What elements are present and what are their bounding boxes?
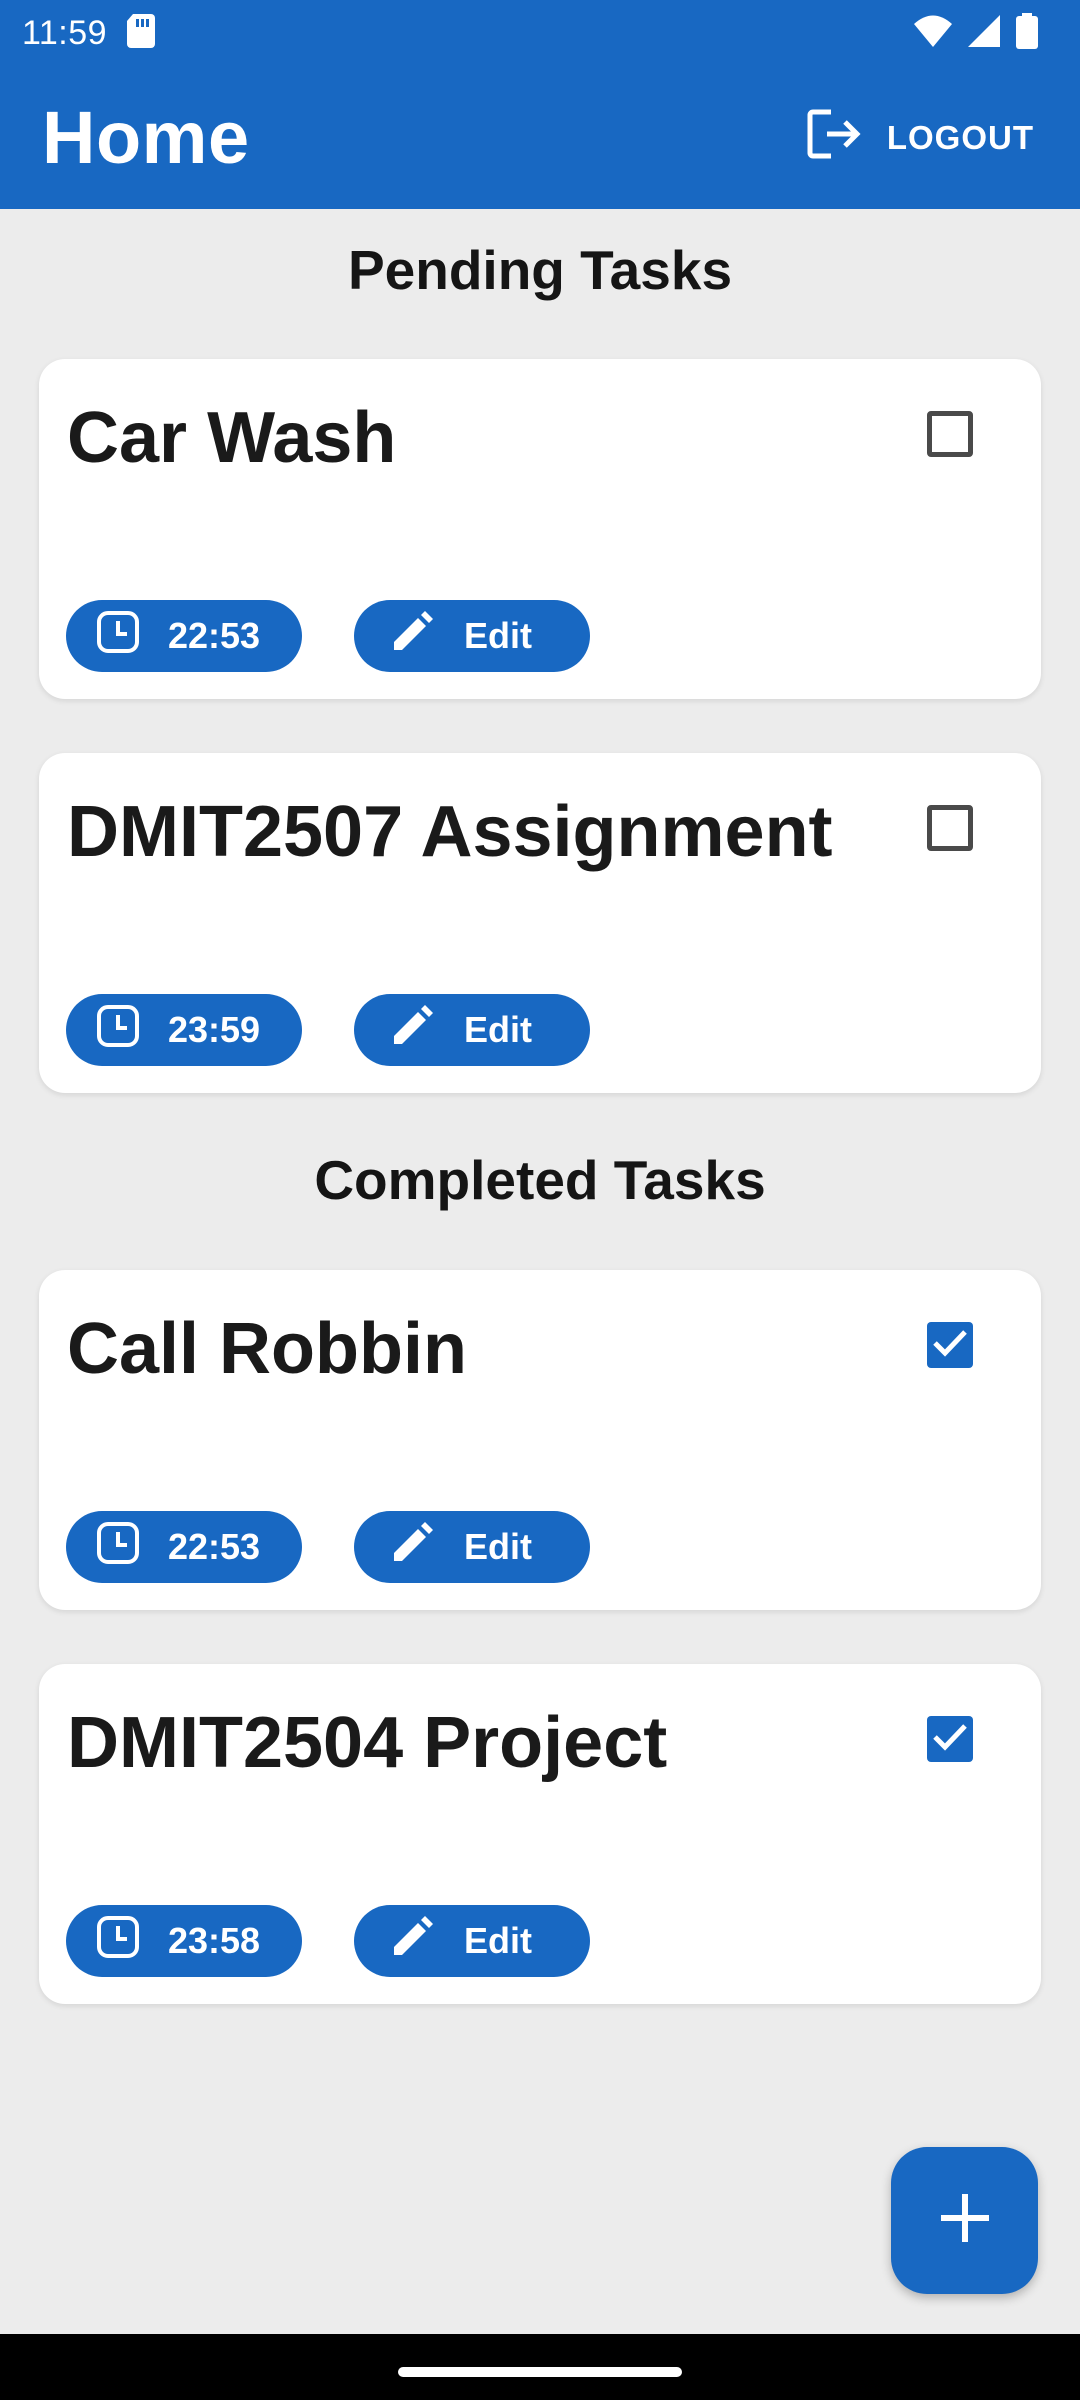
sd-card-icon (127, 13, 156, 53)
pencil-icon (390, 1915, 434, 1968)
logout-label: LOGOUT (886, 118, 1034, 156)
task-checkbox[interactable] (927, 411, 973, 457)
task-time: 22:53 (168, 615, 261, 656)
edit-label: Edit (464, 1526, 532, 1567)
app-bar: Home LOGOUT (0, 66, 1080, 209)
pencil-icon (390, 1004, 434, 1057)
task-card[interactable]: Call Robbin 22:53 Edit (39, 1270, 1041, 1610)
logout-icon (807, 108, 863, 168)
page-title: Home (42, 96, 250, 179)
task-checkbox[interactable] (927, 805, 973, 851)
task-card[interactable]: Car Wash 22:53 Edit (39, 359, 1041, 699)
system-nav-bar (0, 2334, 1080, 2400)
status-bar: 11:59 (0, 0, 1080, 66)
edit-button[interactable]: Edit (354, 994, 590, 1066)
status-time: 11:59 (22, 13, 108, 52)
time-chip[interactable]: 23:59 (66, 994, 302, 1066)
task-card[interactable]: DMIT2507 Assignment 23:59 Edit (39, 753, 1041, 1093)
check-icon (932, 1328, 968, 1363)
edit-button[interactable]: Edit (354, 600, 590, 672)
clock-icon (96, 1521, 140, 1574)
task-title: DMIT2504 Project (67, 1703, 668, 1783)
task-title: Call Robbin (67, 1309, 467, 1389)
time-chip[interactable]: 22:53 (66, 600, 302, 672)
pencil-icon (390, 1521, 434, 1574)
task-title: DMIT2507 Assignment (67, 792, 833, 872)
time-chip[interactable]: 22:53 (66, 1511, 302, 1583)
pending-tasks-heading: Pending Tasks (347, 239, 733, 301)
clock-icon (96, 1004, 140, 1057)
pencil-icon (390, 610, 434, 663)
check-icon (932, 1722, 968, 1757)
task-checkbox-checked[interactable] (927, 1716, 973, 1762)
battery-icon (1016, 12, 1038, 54)
wifi-icon (914, 15, 952, 52)
home-screen: 11:59 Home LOGOUT Pending Tasks Car Wash… (0, 0, 1080, 2400)
add-task-button[interactable] (891, 2147, 1038, 2294)
task-title: Car Wash (67, 398, 397, 478)
edit-button[interactable]: Edit (354, 1511, 590, 1583)
time-chip[interactable]: 23:58 (66, 1905, 302, 1977)
task-card[interactable]: DMIT2504 Project 23:58 Edit (39, 1664, 1041, 2004)
task-time: 23:59 (168, 1009, 261, 1050)
clock-icon (96, 610, 140, 663)
logout-button[interactable]: LOGOUT (807, 108, 1034, 168)
edit-label: Edit (464, 1009, 532, 1050)
task-checkbox-checked[interactable] (927, 1322, 973, 1368)
completed-tasks-heading: Completed Tasks (314, 1149, 766, 1211)
clock-icon (96, 1915, 140, 1968)
plus-icon (939, 2192, 991, 2249)
task-time: 22:53 (168, 1526, 261, 1567)
home-gesture-handle[interactable] (398, 2367, 682, 2377)
signal-icon (968, 14, 1000, 52)
edit-button[interactable]: Edit (354, 1905, 590, 1977)
edit-label: Edit (464, 1920, 532, 1961)
edit-label: Edit (464, 615, 532, 656)
task-time: 23:58 (168, 1920, 261, 1961)
